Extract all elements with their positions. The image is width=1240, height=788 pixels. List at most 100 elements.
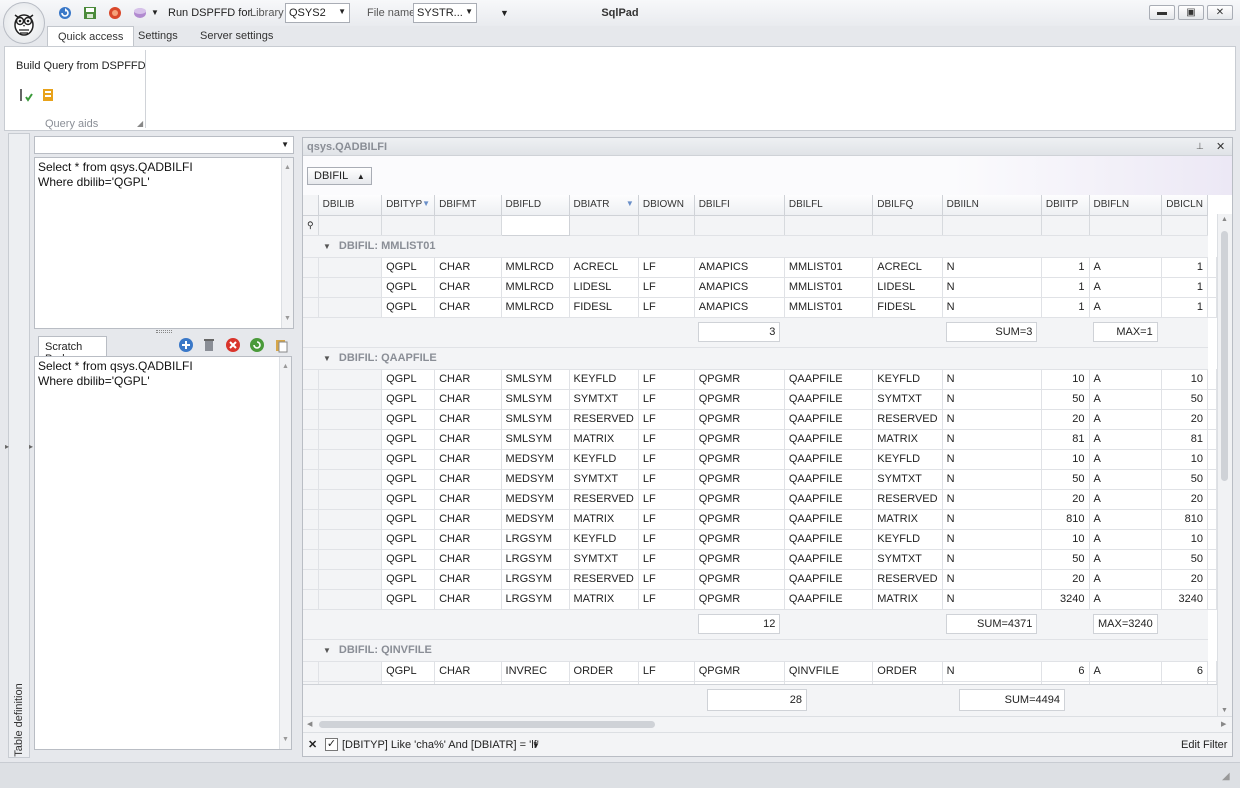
grid-cell[interactable]: CHAR <box>434 277 502 298</box>
delete-icon[interactable] <box>225 337 241 353</box>
scroll-down-icon[interactable]: ▼ <box>1221 707 1228 714</box>
minimize-button[interactable]: ▬ <box>1149 5 1175 20</box>
tab-settings[interactable]: Settings <box>128 26 188 47</box>
paste-icon[interactable] <box>273 337 289 353</box>
grid-cell[interactable]: A <box>1089 429 1163 450</box>
grid-cell[interactable] <box>1207 529 1217 550</box>
filter-cell[interactable] <box>638 215 695 236</box>
grid-cell[interactable]: LF <box>638 489 695 510</box>
grid-cell[interactable]: KEYFLD <box>569 369 639 390</box>
grid-cell[interactable]: 810 <box>1041 509 1090 530</box>
customize-toolbar-icon[interactable]: ▼ <box>500 8 509 18</box>
grid-cell[interactable]: AMAPICS <box>694 257 785 278</box>
grid-cell[interactable]: QGPL <box>381 429 436 450</box>
grid-cell[interactable]: ACRECL <box>872 257 943 278</box>
column-header[interactable]: DBIFLN <box>1089 195 1163 216</box>
row-indicator[interactable] <box>303 409 319 430</box>
column-header[interactable]: DBIFMT <box>434 195 502 216</box>
group-chip[interactable]: DBIFIL ▲ <box>307 167 372 185</box>
table-row[interactable]: QGPL CHAR LRGSYM KEYFLD LF QPGMR QAAPFILE KEYFL… <box>303 529 1217 550</box>
table-row[interactable]: QGPL CHAR MMLRCD ACRECL LF AMAPICS MMLIST01 ACR… <box>303 257 1217 278</box>
grid-cell[interactable]: CHAR <box>434 589 502 610</box>
refresh-icon[interactable] <box>57 5 73 21</box>
grid-cell[interactable]: 81 <box>1161 429 1208 450</box>
grid-cell[interactable]: SYMTXT <box>569 469 639 490</box>
scroll-down-icon[interactable]: ▼ <box>284 311 291 326</box>
grid-cell[interactable]: QPGMR <box>694 589 785 610</box>
grid-cell[interactable] <box>1207 429 1217 450</box>
table-row[interactable]: QGPL CHAR MEDSYM RESERVED LF QPGMR QAAPFILE RES… <box>303 489 1217 510</box>
grid-cell[interactable]: QPGMR <box>694 549 785 570</box>
grid-cell[interactable]: N <box>942 661 1042 682</box>
dialog-launcher-icon[interactable]: ◢ <box>137 119 143 128</box>
grid-cell[interactable]: LF <box>638 429 695 450</box>
grid-cell[interactable]: 1 <box>1161 297 1208 318</box>
grid-cell[interactable]: 20 <box>1161 569 1208 590</box>
grid-cell[interactable]: AMAPICS <box>694 297 785 318</box>
column-header[interactable]: DBIILN <box>942 195 1042 216</box>
grid-cell[interactable]: N <box>942 469 1042 490</box>
column-header[interactable]: DBICLN <box>1161 195 1208 216</box>
grid-cell[interactable]: A <box>1089 369 1163 390</box>
table-row[interactable]: QGPL CHAR LRGSYM RESERVED LF QPGMR QAAPFILE RES… <box>303 569 1217 590</box>
grid-cell[interactable]: SYMTXT <box>872 549 943 570</box>
grid-cell[interactable]: LF <box>638 589 695 610</box>
grid-cell[interactable]: 81 <box>1041 429 1090 450</box>
pin-icon[interactable]: ⊥ <box>1196 141 1204 152</box>
grid-cell[interactable] <box>1207 589 1217 610</box>
grid-cell[interactable]: QPGMR <box>694 429 785 450</box>
filter-cell[interactable] <box>872 215 943 236</box>
grid-cell[interactable]: LF <box>638 277 695 298</box>
filter-cell[interactable] <box>694 215 785 236</box>
grid-cell[interactable] <box>1207 409 1217 430</box>
grid-cell[interactable] <box>1207 277 1217 298</box>
scroll-left-icon[interactable]: ◀ <box>307 720 312 728</box>
grid-cell[interactable]: CHAR <box>434 509 502 530</box>
grid-cell[interactable]: N <box>942 429 1042 450</box>
grid-cell[interactable]: LF <box>638 409 695 430</box>
grid-cell[interactable]: A <box>1089 549 1163 570</box>
grid-cell[interactable]: QAAPFILE <box>784 429 874 450</box>
grid-cell[interactable]: MMLRCD <box>501 297 570 318</box>
grid-cell[interactable]: RESERVED <box>569 409 639 430</box>
grid-cell[interactable] <box>1207 549 1217 570</box>
clear-filter-icon[interactable]: ✕ <box>308 738 317 751</box>
tab-scratch-pad[interactable]: Scratch Pad <box>38 336 107 365</box>
grid-cell[interactable]: 3240 <box>1161 589 1208 610</box>
grid-cell[interactable] <box>1207 297 1217 318</box>
table-row[interactable]: QGPL CHAR SMLSYM KEYFLD LF QPGMR QAAPFILE KEYFL… <box>303 369 1217 390</box>
grid-cell[interactable] <box>1207 661 1217 682</box>
grid-cell[interactable]: LRGSYM <box>501 589 570 610</box>
scroll-up-icon[interactable]: ▲ <box>284 160 291 175</box>
grid-cell[interactable]: QGPL <box>381 409 436 430</box>
grid-cell[interactable]: QPGMR <box>694 469 785 490</box>
grid-cell[interactable]: N <box>942 409 1042 430</box>
grid-cell[interactable]: QGPL <box>381 369 436 390</box>
grid-cell[interactable]: QPGMR <box>694 369 785 390</box>
row-indicator[interactable] <box>303 529 319 550</box>
filter-icon[interactable]: ▼ <box>422 199 430 208</box>
row-indicator[interactable] <box>303 509 319 530</box>
column-header[interactable]: DBIATR ▼ <box>569 195 639 216</box>
grid-cell[interactable]: LF <box>638 529 695 550</box>
grid-cell[interactable]: A <box>1089 277 1163 298</box>
stop-icon[interactable] <box>107 5 123 21</box>
filter-enabled-checkbox[interactable]: ✓ <box>325 738 338 751</box>
grid-cell[interactable]: KEYFLD <box>569 529 639 550</box>
row-indicator[interactable] <box>303 297 319 318</box>
grid-cell[interactable]: ORDER <box>569 661 639 682</box>
grid-cell[interactable]: 50 <box>1161 549 1208 570</box>
grid-cell[interactable]: CHAR <box>434 369 502 390</box>
grid-cell[interactable] <box>1207 389 1217 410</box>
grid-cell[interactable]: CHAR <box>434 549 502 570</box>
row-indicator[interactable] <box>303 449 319 470</box>
row-indicator[interactable] <box>303 589 319 610</box>
grid-cell[interactable]: CHAR <box>434 429 502 450</box>
save-icon[interactable] <box>82 5 98 21</box>
grid-horizontal-scrollbar[interactable]: ◀ ▶ <box>303 716 1232 732</box>
grid-cell[interactable]: 20 <box>1161 409 1208 430</box>
grid-cell[interactable]: 20 <box>1041 569 1090 590</box>
filter-cell[interactable] <box>318 215 383 236</box>
grid-cell[interactable]: N <box>942 369 1042 390</box>
grid-cell[interactable]: SYMTXT <box>872 389 943 410</box>
